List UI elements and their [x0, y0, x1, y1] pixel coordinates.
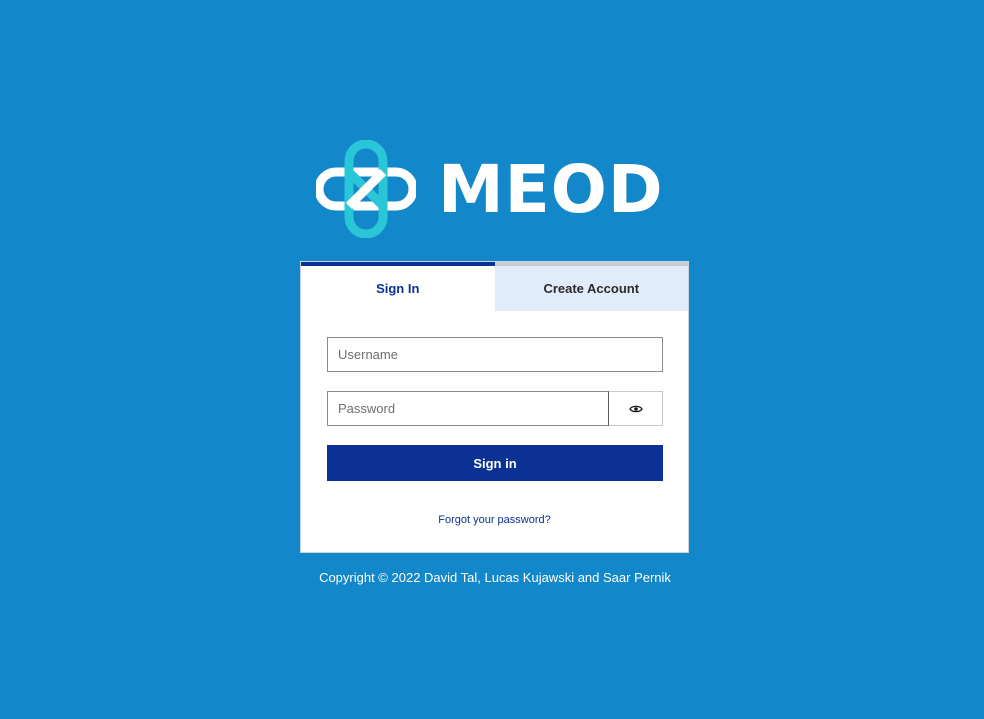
username-input[interactable]: [327, 337, 663, 372]
infinity-knot-logo: [316, 140, 416, 238]
copyright-text: Copyright © 2022 David Tal, Lucas Kujaws…: [319, 570, 671, 585]
auth-card: Sign In Create Account Sign in Forgot yo…: [300, 261, 689, 553]
eye-icon: [628, 405, 643, 412]
brand-name: MEOD: [438, 151, 664, 228]
password-input[interactable]: [327, 391, 609, 426]
login-page: MEOD Sign In Create Account Sign in Forg…: [0, 0, 984, 719]
password-row: [327, 391, 663, 426]
sign-in-button[interactable]: Sign in: [327, 445, 663, 481]
show-password-button[interactable]: [609, 391, 663, 426]
tab-create-account[interactable]: Create Account: [494, 262, 688, 311]
sign-in-form: Sign in Forgot your password?: [301, 311, 688, 526]
auth-tabs: Sign In Create Account: [301, 262, 688, 311]
brand-header: MEOD: [316, 140, 676, 238]
tab-sign-in[interactable]: Sign In: [301, 262, 495, 311]
forgot-password-link[interactable]: Forgot your password?: [327, 514, 662, 526]
